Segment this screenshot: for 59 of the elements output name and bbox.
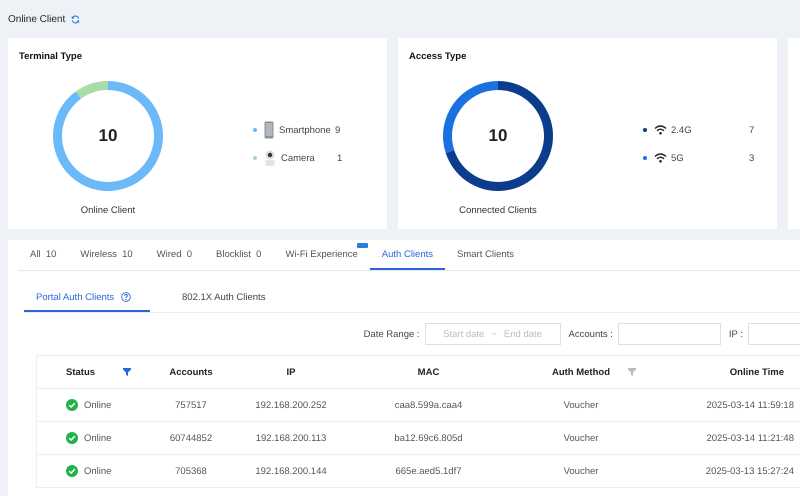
table-cell: 192.168.200.144 — [255, 466, 327, 476]
column-header: Status — [66, 366, 96, 378]
card-title: Terminal Type — [19, 51, 82, 62]
smartphone-icon — [264, 121, 274, 139]
table-cell: 2025-03-14 11:21:48 — [706, 432, 794, 444]
table-cell: 192.168.200.113 — [256, 432, 326, 444]
column-header: Accounts — [169, 366, 213, 378]
table-cell: 705368 — [175, 466, 207, 476]
wifi-icon — [654, 153, 667, 163]
donut-caption: Connected Clients — [458, 205, 538, 216]
table-cell: Voucher — [564, 432, 598, 444]
column-header: Auth Method — [552, 366, 610, 378]
tab[interactable]: All 10 — [18, 240, 68, 270]
donut-total: 10 — [98, 126, 118, 146]
filter-icon[interactable] — [123, 368, 131, 376]
table-cell: Online — [84, 432, 112, 444]
column-header: MAC — [418, 366, 440, 378]
donut-caption: Online Client — [80, 205, 136, 216]
legend-label: Camera — [281, 152, 316, 164]
column-header: IP — [286, 366, 296, 378]
help-icon[interactable] — [121, 292, 132, 302]
field-label: IP : — [728, 328, 743, 340]
tab[interactable]: Smart Clients — [445, 240, 526, 270]
page-title: Online Client — [8, 14, 66, 24]
sub-tab[interactable]: Portal Auth Clients — [24, 284, 150, 312]
table-cell: 60744852 — [170, 432, 212, 444]
table-cell: Voucher — [564, 466, 598, 476]
tab[interactable]: Wired 0 — [144, 240, 204, 270]
legend-count: 3 — [749, 152, 754, 164]
tab[interactable]: Wi-Fi Experience — [273, 240, 370, 270]
wifi-icon — [654, 125, 667, 135]
table-cell: ba12.69c6.805d — [394, 432, 463, 444]
table-cell: 665e.aed5.1df7 — [395, 466, 462, 476]
legend-label: 2.4G — [671, 124, 693, 136]
table-cell: 192.168.200.252 — [255, 400, 327, 410]
accounts-field[interactable] — [618, 323, 721, 345]
donut-total: 10 — [488, 126, 508, 146]
legend-count: 7 — [749, 124, 754, 136]
tab[interactable]: Wireless 10 — [68, 240, 145, 270]
card-title: Access Type — [409, 51, 466, 62]
table-cell: caa8.599a.caa4 — [394, 400, 462, 410]
refresh-icon[interactable] — [71, 14, 80, 24]
table-cell: 2025-03-14 11:59:18 — [706, 400, 794, 410]
table-cell: 757517 — [175, 400, 207, 410]
table-cell: Voucher — [564, 400, 598, 410]
legend-label: Smartphone — [279, 124, 332, 136]
table-cell: Online — [84, 400, 112, 410]
tab[interactable]: Blocklist 0 — [204, 240, 274, 270]
legend-count: 9 — [335, 124, 340, 136]
field-label: Accounts : — [568, 328, 613, 340]
legend-label: 5G — [671, 152, 685, 164]
column-header: Online Time — [730, 366, 784, 378]
legend-count: 1 — [337, 152, 342, 164]
sub-tab[interactable]: 802.1X Auth Clients — [150, 284, 266, 312]
table-cell: 2025-03-13 15:27:24 — [706, 466, 794, 476]
tab[interactable]: Auth Clients — [370, 240, 446, 270]
table-cell: Online — [84, 466, 112, 476]
camera-icon — [264, 150, 276, 166]
field-label: Date Range : — [364, 328, 420, 340]
